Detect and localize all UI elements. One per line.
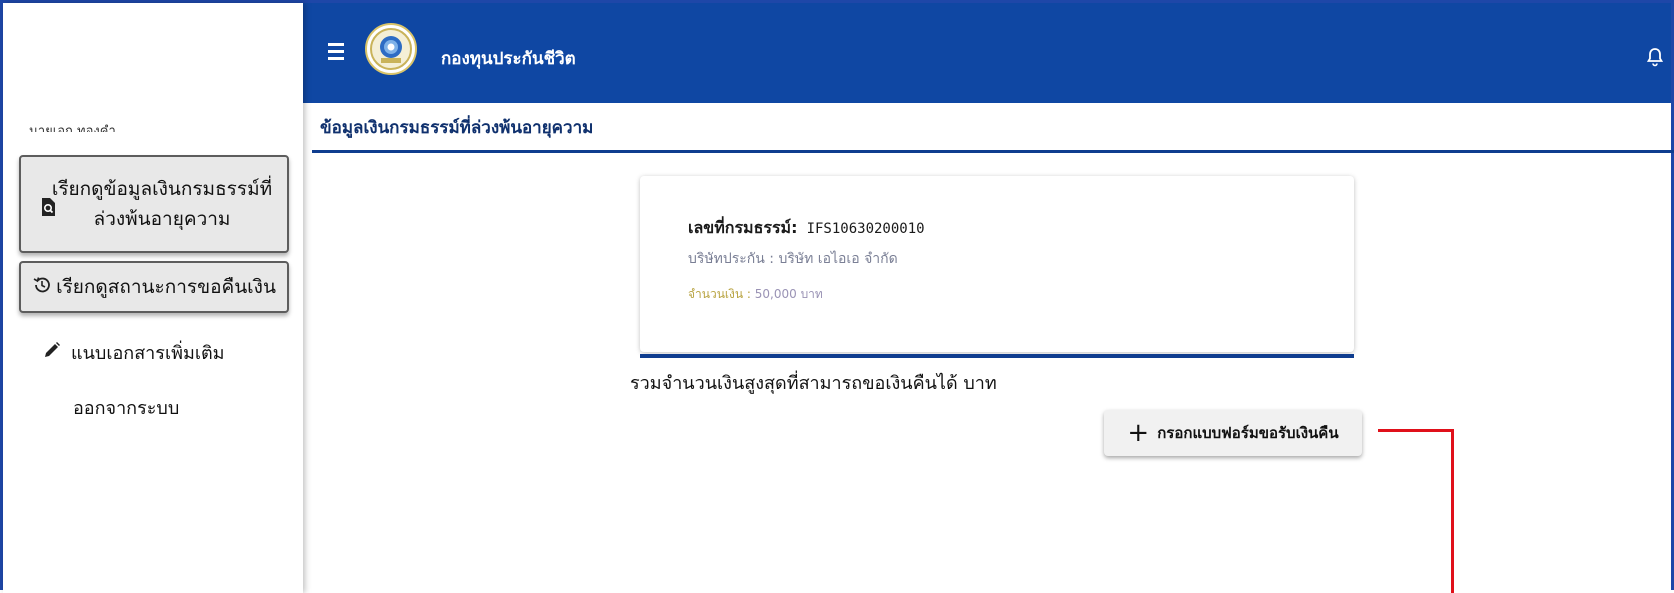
view-refund-status-button[interactable]: เรียกดูสถานะการขอคืนเงิน <box>19 261 289 313</box>
top-app-bar: กองทุนประกันชีวิต <box>303 3 1671 103</box>
policy-card[interactable]: เลขที่กรมธรรม์: IFS10630200010 บริษัทประ… <box>640 176 1354 352</box>
sidebar-user-name: นายเอก ทองคำ <box>29 124 116 132</box>
view-lapsed-policy-button[interactable]: เรียกดูข้อมูลเงินกรมธรรม์ที่ล่วงพ้นอายุค… <box>19 155 289 253</box>
pencil-icon <box>43 341 61 364</box>
policy-number-row: เลขที่กรมธรรม์: IFS10630200010 <box>688 216 925 241</box>
logout-link[interactable]: ออกจากระบบ <box>73 393 179 422</box>
page-title: ข้อมูลเงินกรมธรรม์ที่ล่วงพ้นอายุความ <box>320 118 594 138</box>
callout-line-horizontal <box>1378 429 1454 432</box>
amount-value: 50,000 บาท <box>754 287 823 301</box>
amount-label: จำนวนเงิน : <box>688 287 751 301</box>
view-lapsed-policy-label: เรียกดูข้อมูลเงินกรมธรรม์ที่ล่วงพ้นอายุค… <box>51 178 273 230</box>
policy-number-label: เลขที่กรมธรรม์: <box>688 218 798 237</box>
company-label: บริษัทประกัน : <box>688 251 775 267</box>
add-refund-form-button[interactable]: + กรอกแบบฟอร์มขอรับเงินคืน <box>1104 410 1362 456</box>
card-accent-bar <box>640 354 1354 358</box>
total-refund-text: รวมจำนวนเงินสูงสุดที่สามารถขอเงินคืนได้ … <box>630 373 997 394</box>
app-title: กองทุนประกันชีวิต <box>441 49 576 69</box>
document-search-icon <box>41 198 55 220</box>
sidebar: นายเอก ทองคำ เรียกดูข้อมูลเงินกรมธรรม์ที… <box>3 3 303 593</box>
attach-documents-label: แนบเอกสารเพิ่มเติม <box>71 343 225 364</box>
bell-icon[interactable] <box>1646 47 1664 71</box>
attach-documents-link[interactable]: แนบเอกสารเพิ่มเติม <box>43 338 225 367</box>
title-divider <box>312 150 1674 153</box>
callout-line-vertical <box>1451 429 1454 593</box>
view-refund-status-label: เรียกดูสถานะการขอคืนเงิน <box>56 276 276 298</box>
hamburger-menu-icon[interactable] <box>328 43 344 64</box>
add-refund-form-label: กรอกแบบฟอร์มขอรับเงินคืน <box>1157 424 1339 442</box>
company-row: บริษัทประกัน : บริษัท เอไอเอ จำกัด <box>688 248 898 270</box>
fund-logo <box>365 23 417 75</box>
company-value: บริษัท เอไอเอ จำกัด <box>778 251 898 267</box>
amount-row: จำนวนเงิน : 50,000 บาท <box>688 285 823 304</box>
plus-icon: + <box>1127 418 1150 448</box>
history-icon <box>32 275 52 299</box>
policy-number-value: IFS10630200010 <box>806 221 925 237</box>
